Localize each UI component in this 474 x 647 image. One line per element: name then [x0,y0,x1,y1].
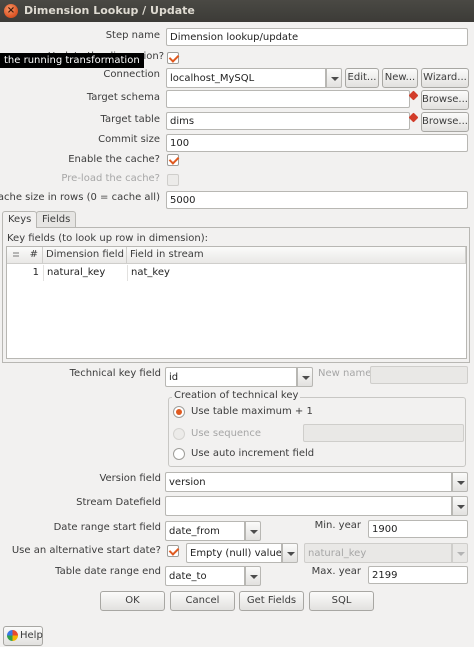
target-table-label: Target table [100,114,160,125]
help-label: Help [20,630,43,641]
date-range-start-value: date_from [165,521,245,541]
update-dimension-checkbox[interactable] [167,52,179,64]
version-field-combo[interactable]: version [165,472,468,492]
keys-table[interactable]: # Dimension field Field in stream 1 natu… [6,246,467,359]
alt-start-type-value: Empty (null) value [186,543,282,563]
date-range-start-combo[interactable]: date_from [165,521,261,541]
radio-auto-increment-label: Use auto increment field [191,448,315,459]
technical-key-label: Technical key field [69,368,161,379]
max-year-label: Max. year [311,566,361,577]
stream-datefield-label: Stream Datefield [76,497,161,508]
column-header-stream-field[interactable]: Field in stream [127,247,466,264]
chevron-down-icon[interactable] [452,472,468,492]
close-icon[interactable]: × [4,4,18,18]
connection-combo[interactable]: localhost_MySQL [166,68,342,88]
radio-auto-increment[interactable] [173,448,185,460]
date-range-end-label: Table date range end [55,566,161,577]
browse-table-button[interactable]: Browse... [421,112,469,132]
chevron-down-icon[interactable] [282,543,298,563]
chevron-down-icon[interactable] [297,367,313,387]
radio-table-maximum[interactable] [173,406,185,418]
version-field-label: Version field [99,473,161,484]
warning-icon [408,90,419,101]
preload-cache-checkbox[interactable] [167,174,179,186]
radio-sequence-label: Use sequence [191,428,262,439]
cache-size-label: Cache size in rows (0 = cache all) [0,192,160,203]
alt-start-label: Use an alternative start date? [11,545,161,556]
technical-key-group-title: Creation of technical key [172,390,301,401]
enable-cache-label: Enable the cache? [68,154,160,165]
tab-keys[interactable]: Keys [2,211,38,228]
cache-size-input[interactable]: 5000 [166,191,468,209]
new-connection-button[interactable]: New... [382,68,418,88]
radio-sequence[interactable] [173,428,185,440]
tab-fields[interactable]: Fields [36,211,77,227]
window-title: Dimension Lookup / Update [24,4,195,17]
new-name-input[interactable] [370,366,468,384]
alt-start-type-combo[interactable]: Empty (null) value [186,543,298,563]
key-fields-caption: Key fields (to look up row in dimension)… [7,233,208,244]
column-header-dimension-field[interactable]: Dimension field [43,247,127,264]
date-range-end-combo[interactable]: date_to [165,566,261,586]
alt-start-checkbox[interactable] [167,545,179,557]
date-range-start-label: Date range start field [53,522,161,533]
chevron-down-icon[interactable] [452,543,468,563]
technical-key-value: id [165,367,297,387]
table-cell-dimension-field[interactable]: natural_key [43,265,127,281]
max-year-input[interactable]: 2199 [368,566,468,584]
table-row-number: 1 [32,267,39,278]
get-fields-button[interactable]: Get Fields [239,591,304,611]
warning-icon [408,112,419,123]
sql-button[interactable]: SQL [309,591,374,611]
alt-start-field-value: natural_key [304,543,452,563]
new-name-label: New name [318,368,372,379]
enable-cache-checkbox[interactable] [167,154,179,166]
window-titlebar: × Dimension Lookup / Update [0,0,474,22]
table-options-icon[interactable] [11,250,21,260]
min-year-input[interactable]: 1900 [368,520,468,538]
stream-datefield-value [165,496,452,516]
preload-cache-label: Pre-load the cache? [61,173,160,184]
alt-start-field-combo[interactable]: natural_key [304,543,468,563]
radio-table-maximum-label: Use table maximum + 1 [191,406,313,417]
cancel-button[interactable]: Cancel [170,591,235,611]
stream-datefield-combo[interactable] [165,496,468,516]
browse-schema-button[interactable]: Browse... [421,90,469,110]
min-year-label: Min. year [314,520,361,531]
chevron-down-icon[interactable] [326,68,342,88]
commit-size-label: Commit size [98,134,160,145]
step-name-input[interactable]: Dimension lookup/update [166,28,468,46]
help-icon [7,630,18,641]
step-name-label: Step name [105,30,160,41]
table-cell-stream-field[interactable]: nat_key [127,265,327,281]
connection-value: localhost_MySQL [166,68,326,88]
tooltip: the running transformation [0,53,144,68]
version-field-value: version [165,472,452,492]
edit-connection-button[interactable]: Edit... [345,68,379,88]
commit-size-input[interactable]: 100 [166,134,468,152]
date-range-end-value: date_to [165,566,245,586]
wizard-button[interactable]: Wizard... [421,68,469,88]
chevron-down-icon[interactable] [245,521,261,541]
sequence-input[interactable] [303,424,464,442]
target-schema-input[interactable] [166,90,410,108]
connection-label: Connection [103,69,160,80]
chevron-down-icon[interactable] [452,496,468,516]
chevron-down-icon[interactable] [245,566,261,586]
technical-key-combo[interactable]: id [165,367,313,387]
ok-button[interactable]: OK [100,591,165,611]
target-schema-label: Target schema [86,92,160,103]
target-table-input[interactable]: dims [166,112,410,130]
